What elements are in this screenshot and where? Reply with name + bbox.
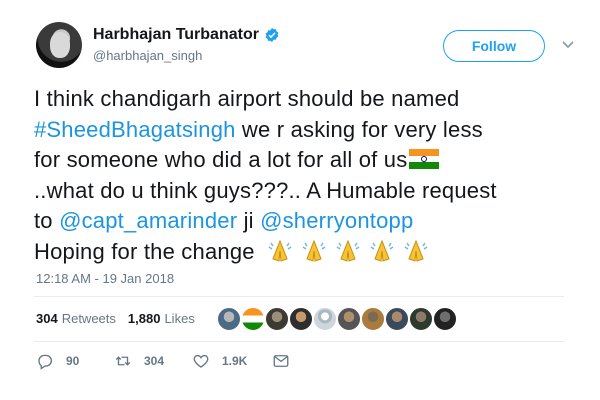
engagement-stats: 304 Retweets 1,880 Likes [36, 311, 207, 326]
tweet-line: we r asking for very less [235, 116, 483, 142]
retweets-stat[interactable]: 304 Retweets [36, 311, 116, 326]
mention-link[interactable]: @capt_amarinder [59, 208, 237, 233]
tweet-timestamp[interactable]: 12:18 AM - 19 Jan 2018 [36, 271, 174, 286]
like-count: 1.9K [222, 354, 248, 368]
likes-label: Likes [164, 311, 195, 326]
liker-avatar[interactable] [432, 306, 458, 332]
tweet-line: for someone who did a lot for all of us [34, 147, 408, 172]
tweet-line: ji [237, 208, 261, 233]
chevron-down-icon[interactable] [562, 40, 574, 50]
tweet-line: ..what do u think guys???.. A Humable re… [34, 177, 497, 203]
follow-button[interactable]: Follow [443, 30, 545, 62]
liker-avatar[interactable] [312, 306, 338, 332]
liker-avatar[interactable] [384, 306, 410, 332]
folded-hands-icon [404, 239, 428, 262]
divider [34, 341, 564, 342]
author-display-name[interactable]: Harbhajan Turbanator [93, 26, 259, 44]
retweets-count: 304 [36, 311, 58, 326]
folded-hands-icon [268, 239, 292, 262]
tweet-line: I think chandigarh airport should be nam… [34, 86, 460, 111]
liker-avatar[interactable] [288, 306, 314, 332]
reply-button[interactable]: 90 [36, 352, 114, 370]
hashtag-link[interactable]: #SheedBhagatsingh [34, 117, 236, 142]
avatar-face [50, 32, 70, 58]
likes-count: 1,880 [127, 311, 161, 326]
flag-india-icon [409, 149, 440, 169]
liker-avatar[interactable] [360, 306, 386, 332]
envelope-icon [273, 355, 289, 367]
folded-hands-icon [336, 239, 360, 262]
liker-avatar[interactable] [240, 306, 266, 332]
retweet-icon [115, 356, 131, 366]
liker-avatars [216, 306, 458, 332]
author-avatar[interactable] [36, 22, 82, 68]
retweets-label: Retweets [61, 311, 116, 326]
heart-icon [193, 354, 209, 368]
likes-stat[interactable]: 1,880 Likes [128, 311, 195, 326]
tweet-actions: 90 304 1.9K [36, 352, 302, 370]
liker-avatar[interactable] [408, 306, 434, 332]
mention-link[interactable]: @sherryontopp [260, 208, 413, 233]
tweet-line: Hoping for the change [34, 238, 255, 264]
tweet-text: I think chandigarh airport should be nam… [34, 84, 594, 267]
verified-badge-icon [265, 28, 279, 42]
liker-avatar[interactable] [264, 306, 290, 332]
retweet-button[interactable]: 304 [114, 352, 192, 370]
tweet-line: to [34, 208, 60, 233]
reply-icon [38, 354, 53, 370]
folded-hands-icon [370, 239, 394, 262]
divider [34, 296, 564, 297]
direct-message-button[interactable] [272, 352, 302, 370]
folded-hands-icon [302, 239, 326, 262]
tweet-card: Harbhajan Turbanator @harbhajan_singh Fo… [0, 0, 600, 400]
retweet-count: 304 [144, 354, 165, 368]
liker-avatar[interactable] [336, 306, 362, 332]
author-name-row: Harbhajan Turbanator [93, 26, 280, 44]
like-button[interactable]: 1.9K [192, 352, 272, 370]
liker-avatar[interactable] [216, 306, 242, 332]
author-handle[interactable]: @harbhajan_singh [93, 48, 202, 63]
reply-count: 90 [66, 354, 80, 368]
